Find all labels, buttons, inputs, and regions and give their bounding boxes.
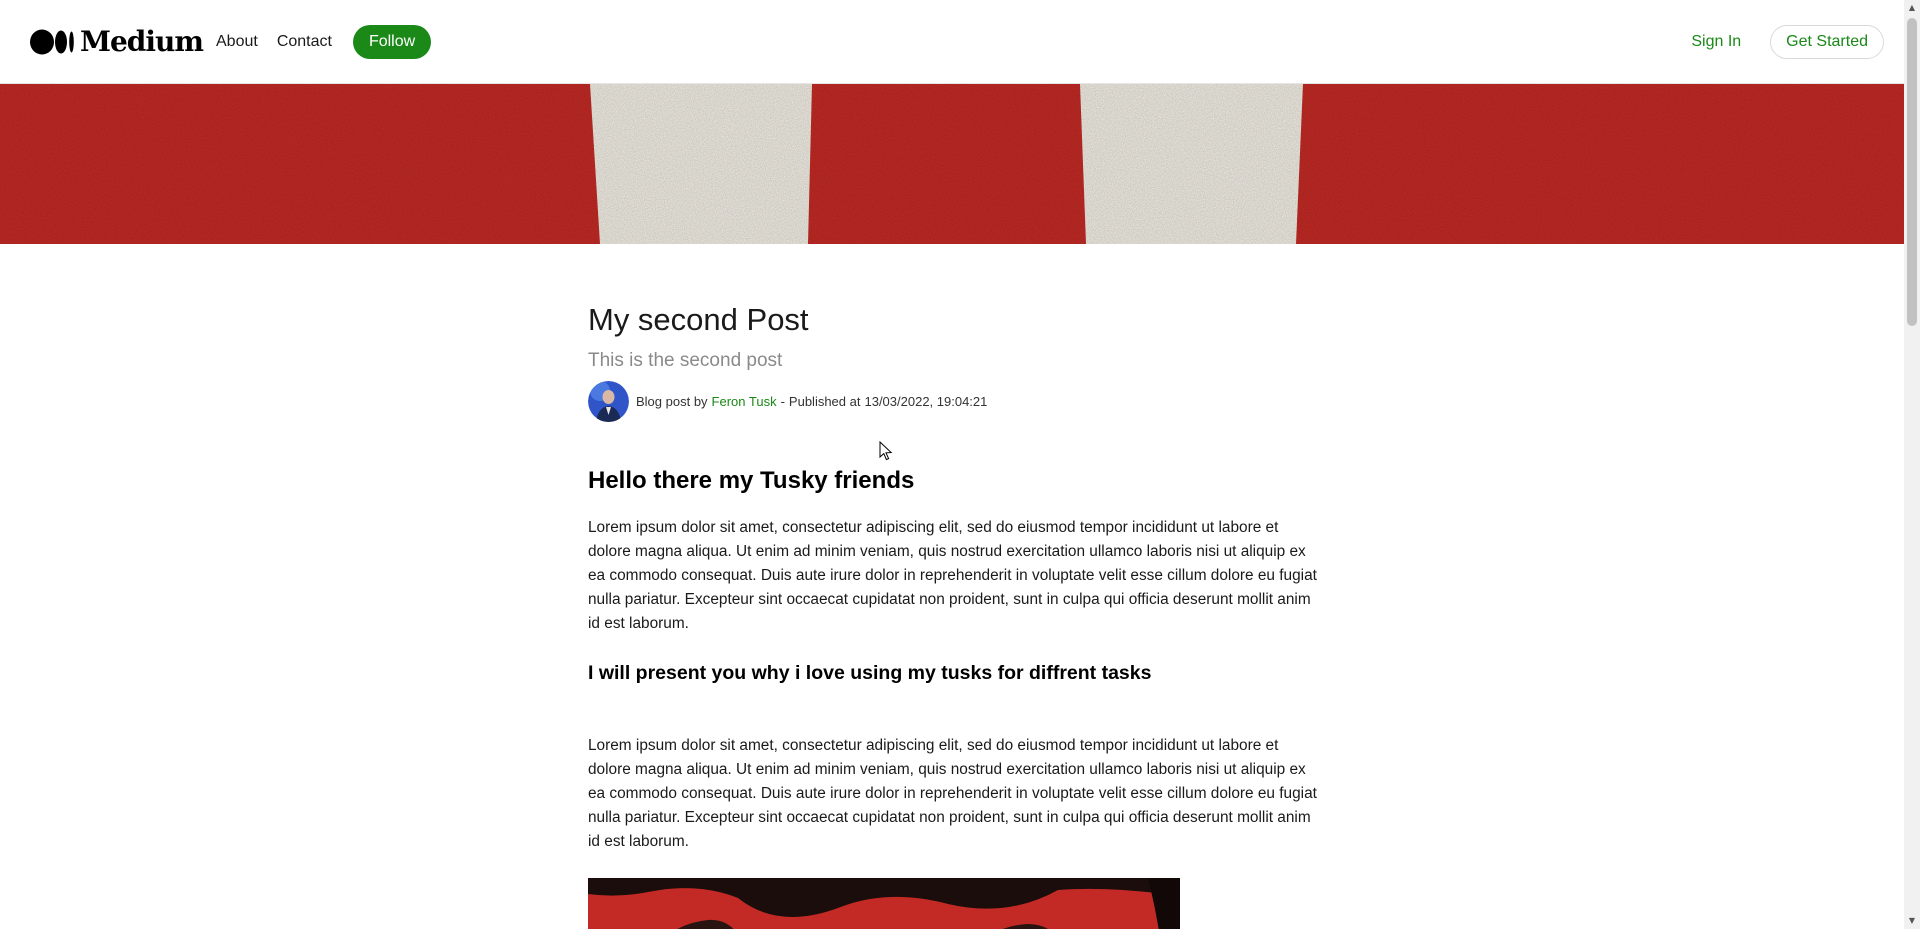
hero-banner-image (0, 84, 1904, 244)
published-label: Published at (788, 393, 861, 409)
post-title: My second Post (588, 302, 809, 337)
paragraph-1: Lorem ipsum dolor sit amet, consectetur … (588, 519, 1317, 632)
article-image-graphic (588, 878, 1180, 929)
scrollbar-thumb[interactable] (1907, 18, 1917, 326)
section-heading: Hello there my Tusky friends (588, 467, 915, 494)
byline-prefix: Blog post by (636, 393, 708, 409)
author-avatar-image (588, 380, 629, 422)
paragraph-2: Lorem ipsum dolor sit amet, consectetur … (588, 737, 1317, 850)
follow-button[interactable]: Follow (352, 25, 432, 59)
top-navbar: Medium About Contact Follow Sign In Get … (0, 0, 1904, 84)
author-avatar[interactable] (588, 380, 629, 422)
section-subheading: I will present you why i love using my t… (588, 662, 1152, 684)
page: Medium About Contact Follow Sign In Get … (0, 0, 1904, 929)
arrow-up-icon[interactable]: ▲ (1904, 0, 1920, 16)
article-image (588, 878, 1180, 929)
post-byline: Blog post by Feron Tusk - Published at 1… (588, 380, 1318, 422)
author-link[interactable]: Feron Tusk (712, 394, 777, 409)
hero-banner-graphic (0, 84, 1904, 244)
post-subtitle: This is the second post (588, 350, 783, 371)
nav-link-contact[interactable]: Contact (277, 33, 332, 51)
arrow-down-icon[interactable]: ▼ (1904, 913, 1920, 929)
vertical-scrollbar[interactable]: ▲ ▼ (1904, 0, 1920, 929)
blog-article: My second Post This is the second post B… (588, 300, 1318, 929)
medium-logo-icon (30, 29, 74, 55)
published-date: 13/03/2022, 19:04:21 (864, 393, 988, 409)
nav-link-about[interactable]: About (216, 33, 258, 51)
sign-in-link[interactable]: Sign In (1691, 33, 1741, 51)
nav-auth-actions: Sign In Get Started (1691, 25, 1884, 59)
byline-separator: - (780, 393, 785, 409)
brand-logo[interactable]: Medium (30, 25, 204, 58)
brand-name: Medium (80, 25, 204, 58)
get-started-button[interactable]: Get Started (1770, 25, 1884, 59)
nav-links: About Contact Follow (216, 25, 432, 59)
